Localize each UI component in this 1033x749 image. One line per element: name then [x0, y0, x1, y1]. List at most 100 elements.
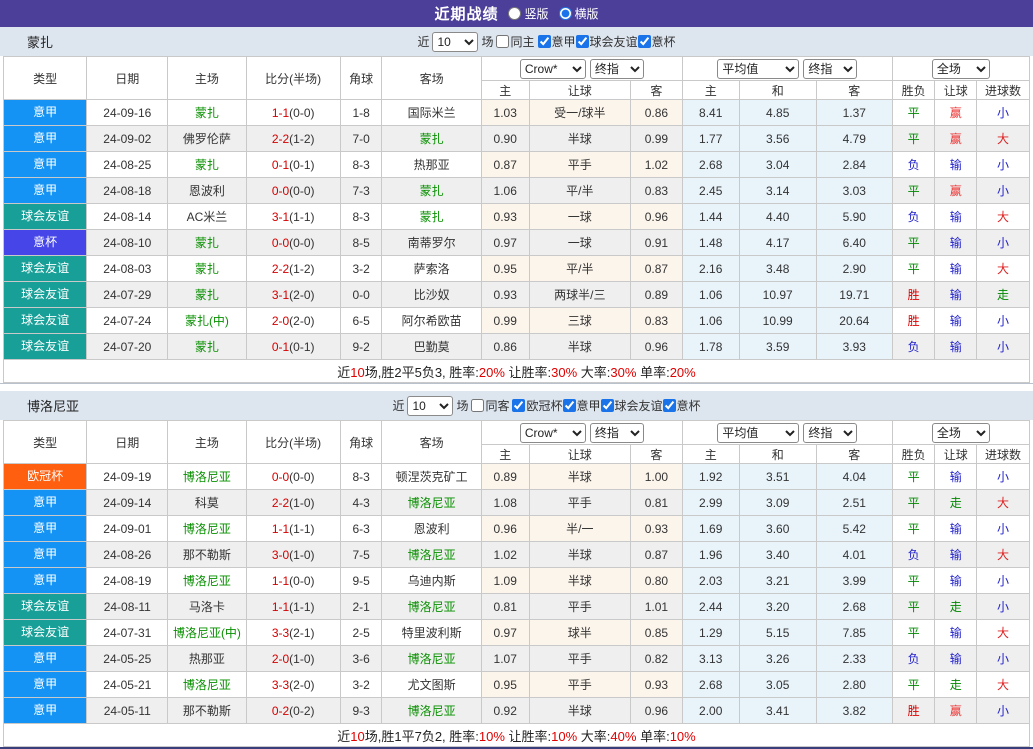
same-side-checkbox[interactable]	[471, 399, 485, 412]
league-checkbox[interactable]	[537, 34, 551, 48]
avg-away: 4.01	[815, 541, 893, 568]
league-filter[interactable]: 球会友谊	[600, 397, 663, 414]
result-handicap: 输	[934, 463, 978, 490]
halftime-score: (0-0)	[289, 235, 315, 250]
match-type: 球会友谊	[2, 255, 88, 282]
avg-home: 1.77	[681, 125, 740, 152]
odds-handicap: 一球	[528, 203, 632, 230]
average-select[interactable]: 平均值	[717, 422, 800, 443]
league-checkbox[interactable]	[512, 398, 526, 412]
match-date: 24-07-31	[86, 619, 169, 646]
league-filter[interactable]: 意甲	[537, 33, 576, 50]
vertical-radio-icon[interactable]	[508, 7, 522, 20]
odds-away: 0.93	[630, 671, 683, 698]
final-odds-select[interactable]: 终指	[589, 58, 644, 79]
league-checkbox[interactable]	[662, 398, 676, 412]
odds-home: 0.99	[480, 307, 530, 334]
result-wdl: 负	[891, 151, 936, 178]
same-side-checkbox[interactable]	[496, 35, 510, 48]
odds-home: 1.02	[480, 541, 530, 568]
league-filter[interactable]: 球会友谊	[575, 33, 638, 50]
match-score: 0-2(0-2)	[245, 697, 341, 724]
home-team: 蒙扎	[167, 99, 247, 126]
fulltime-score: 2-2	[271, 261, 290, 276]
league-checkbox[interactable]	[600, 398, 614, 412]
odds-away: 0.93	[630, 515, 683, 542]
result-goals: 小	[976, 697, 1030, 724]
league-label: 意甲	[551, 34, 576, 49]
match-type: 意甲	[2, 489, 88, 516]
avg-draw: 3.41	[738, 697, 817, 724]
odds-handicap: 半球	[528, 541, 632, 568]
home-team: 蒙扎	[167, 255, 247, 282]
league-filter[interactable]: 意杯	[662, 397, 701, 414]
corner-score: 6-3	[339, 515, 383, 542]
final-odds-select-2[interactable]: 终指	[803, 58, 858, 79]
odds-home: 1.09	[480, 567, 530, 594]
home-team: 博洛尼亚	[167, 463, 247, 490]
fulltime-select[interactable]: 全场	[931, 58, 990, 79]
layout-radio-horizontal[interactable]: 横版	[558, 5, 599, 22]
fulltime-select[interactable]: 全场	[931, 422, 990, 443]
odds-source-select[interactable]: Crow*	[519, 422, 586, 443]
league-filter[interactable]: 欧冠杯	[512, 397, 563, 414]
result-goals: 大	[976, 203, 1030, 230]
league-filter[interactable]: 意甲	[562, 397, 601, 414]
result-wdl: 平	[891, 229, 936, 256]
odds-source-select[interactable]: Crow*	[519, 58, 586, 79]
league-label: 意杯	[651, 34, 676, 49]
summary-part: 10%	[478, 728, 505, 744]
home-team: 佛罗伦萨	[167, 125, 247, 152]
result-handicap: 输	[934, 515, 978, 542]
match-count-select[interactable]: 10	[407, 395, 454, 416]
match-date: 24-09-02	[86, 125, 169, 152]
match-date: 24-08-18	[86, 177, 169, 204]
layout-radio-vertical[interactable]: 竖版	[508, 5, 549, 22]
vertical-radio-label: 竖版	[524, 7, 549, 21]
avg-away: 6.40	[815, 229, 893, 256]
final-odds-select-2[interactable]: 终指	[803, 422, 858, 443]
odds-away: 0.83	[630, 307, 683, 334]
same-side-filter[interactable]: 同客	[471, 397, 509, 414]
match-count-select[interactable]: 10	[432, 31, 479, 52]
result-wdl-header: 胜负	[891, 444, 936, 464]
match-type: 意甲	[2, 515, 88, 542]
league-checkbox[interactable]	[637, 34, 651, 48]
league-checkbox[interactable]	[562, 398, 576, 412]
match-type-badge: 意杯	[4, 230, 86, 255]
match-type-badge: 球会友谊	[4, 204, 86, 229]
corner-score: 2-1	[339, 593, 383, 620]
avg-away: 2.33	[815, 645, 893, 672]
col-type-header: 类型	[2, 56, 88, 100]
league-checkbox[interactable]	[575, 34, 589, 48]
odds-handicap-header: 让球	[528, 444, 632, 464]
summary-part: 10	[350, 728, 365, 744]
result-handicap: 输	[934, 151, 978, 178]
match-type-badge: 意甲	[4, 516, 86, 541]
average-select[interactable]: 平均值	[717, 58, 800, 79]
odds-away: 0.96	[630, 333, 683, 360]
away-team: 恩波利	[381, 515, 482, 542]
fulltime-group: 全场	[891, 420, 1031, 445]
match-type: 球会友谊	[2, 281, 88, 308]
same-side-filter[interactable]: 同主	[496, 33, 535, 50]
match-score: 2-2(1-2)	[245, 255, 341, 282]
avg-away: 2.84	[815, 151, 893, 178]
match-row: 意甲 24-05-11 那不勒斯 0-2(0-2) 9-3 博洛尼亚 0.92 半球 0.96 2…	[2, 697, 1030, 724]
league-filter[interactable]: 意杯	[637, 33, 676, 50]
corner-score: 8-3	[339, 203, 383, 230]
odds-away: 0.86	[630, 99, 683, 126]
avg-draw-header: 和	[738, 80, 817, 100]
result-handicap: 输	[934, 255, 978, 282]
final-odds-select[interactable]: 终指	[589, 422, 644, 443]
avg-draw: 3.59	[738, 333, 817, 360]
odds-away: 0.91	[630, 229, 683, 256]
match-type-badge: 球会友谊	[4, 282, 86, 307]
away-team: 热那亚	[381, 151, 482, 178]
corner-score: 8-3	[339, 151, 383, 178]
match-score: 2-0(2-0)	[245, 307, 341, 334]
avg-draw: 3.04	[738, 151, 817, 178]
summary-part: 10%	[669, 728, 696, 744]
horizontal-radio-icon[interactable]	[558, 7, 572, 20]
halftime-score: (0-0)	[289, 573, 315, 588]
